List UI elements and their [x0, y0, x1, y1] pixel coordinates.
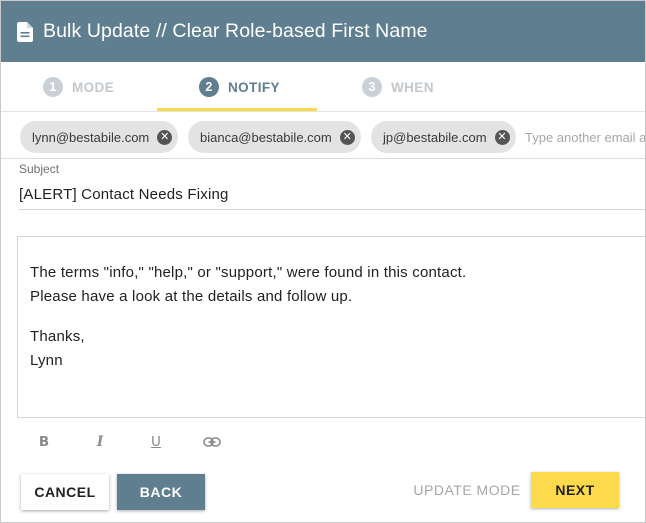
step-number: 3: [362, 77, 382, 97]
step-mode[interactable]: 1 MODE: [43, 62, 114, 112]
italic-icon[interactable]: I: [89, 431, 111, 453]
stepper: 1 MODE 2 NOTIFY 3 WHEN: [1, 62, 645, 112]
step-number: 2: [199, 77, 219, 97]
message-line: Thanks,: [30, 328, 85, 345]
bulk-update-dialog: Bulk Update // Clear Role-based First Na…: [0, 0, 646, 523]
message-editor[interactable]: The terms "info," "help," or "support," …: [17, 236, 645, 418]
step-notify[interactable]: 2 NOTIFY: [199, 62, 280, 112]
close-circle-icon[interactable]: ✕: [157, 129, 173, 145]
back-button[interactable]: BACK: [117, 474, 205, 510]
step-label: MODE: [72, 79, 115, 95]
recipient-email: lynn@bestabile.com: [32, 129, 150, 145]
link-icon[interactable]: [201, 431, 223, 453]
step-number: 1: [43, 77, 63, 97]
message-line: The terms "info," "help," or "support," …: [30, 264, 467, 281]
bold-icon[interactable]: B: [33, 431, 55, 453]
dialog-title: Bulk Update // Clear Role-based First Na…: [43, 20, 428, 42]
recipient-email: bianca@bestabile.com: [200, 129, 332, 145]
recipient-chip[interactable]: jp@bestabile.com ✕: [371, 121, 516, 153]
subject-label: Subject: [19, 162, 60, 176]
active-step-indicator: [157, 108, 317, 111]
step-label: WHEN: [391, 79, 434, 95]
recipient-chip[interactable]: bianca@bestabile.com ✕: [188, 121, 361, 153]
subject-underline: [19, 209, 645, 210]
update-mode-button[interactable]: UPDATE MODE: [409, 472, 525, 508]
recipient-email: jp@bestabile.com: [383, 129, 487, 145]
document-icon: [17, 21, 33, 42]
next-button[interactable]: NEXT: [531, 472, 619, 508]
step-when[interactable]: 3 WHEN: [362, 62, 434, 112]
recipients-field[interactable]: lynn@bestabile.com ✕ bianca@bestabile.co…: [1, 113, 645, 159]
step-label: NOTIFY: [228, 79, 280, 95]
message-line: Lynn: [30, 352, 63, 369]
dialog-header: Bulk Update // Clear Role-based First Na…: [1, 1, 645, 62]
recipient-chip[interactable]: lynn@bestabile.com ✕: [20, 121, 179, 153]
cancel-button[interactable]: CANCEL: [21, 474, 109, 510]
close-circle-icon[interactable]: ✕: [339, 129, 355, 145]
underline-icon[interactable]: U: [145, 431, 167, 453]
message-line: Please have a look at the details and fo…: [30, 288, 353, 305]
subject-input[interactable]: [ALERT] Contact Needs Fixing: [19, 186, 229, 203]
recipient-input[interactable]: [525, 125, 645, 149]
close-circle-icon[interactable]: ✕: [494, 129, 510, 145]
